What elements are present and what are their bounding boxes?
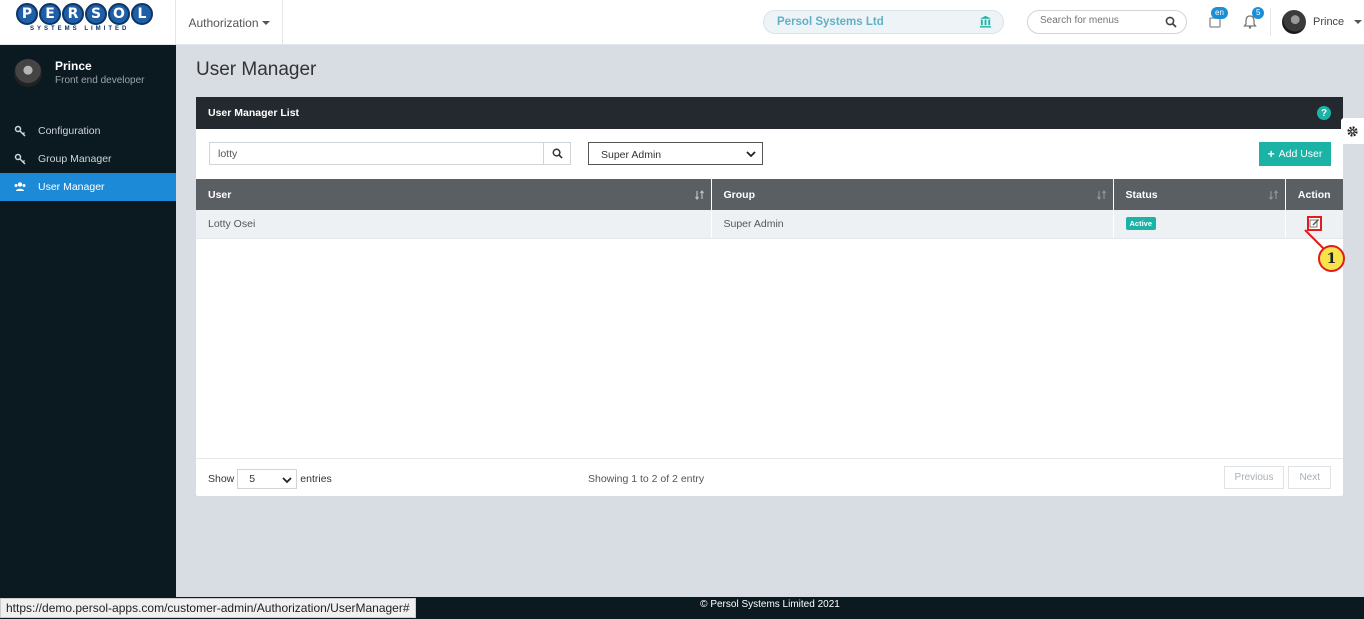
logo-letter: E bbox=[39, 3, 61, 25]
column-header-user[interactable]: User bbox=[196, 179, 712, 210]
menu-search[interactable] bbox=[1027, 10, 1187, 34]
group-filter-select[interactable]: Super Admin bbox=[588, 142, 763, 165]
user-menu-name: Prince bbox=[1313, 16, 1345, 28]
key-icon bbox=[14, 125, 26, 137]
company-selector[interactable]: Persol Systems Ltd bbox=[763, 10, 1004, 34]
user-search[interactable] bbox=[209, 142, 571, 165]
profile-name: Prince bbox=[55, 59, 92, 73]
user-search-input[interactable] bbox=[218, 148, 538, 160]
sort-icon bbox=[1096, 190, 1106, 200]
search-icon bbox=[552, 148, 563, 159]
group-filter-value: Super Admin bbox=[601, 149, 662, 161]
user-table: User Group Status Action Lotty Osei Supe… bbox=[196, 179, 1343, 239]
user-list-panel: User Manager List ? Super Admin + Add Us… bbox=[196, 97, 1343, 496]
table-info: Showing 1 to 2 of 2 entry bbox=[588, 473, 705, 485]
column-label: Action bbox=[1297, 188, 1331, 201]
logo-letter: P bbox=[16, 3, 38, 25]
logo-letter: L bbox=[131, 3, 153, 25]
sidebar-item-user-manager[interactable]: User Manager bbox=[0, 173, 176, 201]
search-icon[interactable] bbox=[1165, 16, 1177, 28]
profile-avatar bbox=[14, 59, 42, 87]
status-bar-url: https://demo.persol-apps.com/customer-ad… bbox=[0, 598, 416, 618]
show-label: Show bbox=[208, 473, 235, 485]
persol-logo[interactable]: P E R S O L SYSTEMS LIMITED bbox=[16, 3, 158, 33]
logo-letter: R bbox=[62, 3, 84, 25]
cell-status: Active bbox=[1113, 210, 1286, 239]
logo-letter: S bbox=[85, 3, 107, 25]
logo-subtitle: SYSTEMS LIMITED bbox=[30, 26, 130, 32]
column-header-status[interactable]: Status bbox=[1113, 179, 1286, 210]
column-header-group[interactable]: Group bbox=[711, 179, 1114, 210]
header-divider bbox=[1270, 8, 1271, 36]
company-name: Persol Systems Ltd bbox=[777, 16, 884, 28]
previous-button[interactable]: Previous bbox=[1223, 466, 1285, 489]
language-badge: en bbox=[1211, 7, 1228, 19]
filters-bar: Super Admin + Add User bbox=[196, 129, 1343, 179]
column-label: Group bbox=[723, 188, 756, 201]
column-label: User bbox=[208, 188, 232, 201]
sidebar-item-group-manager[interactable]: Group Manager bbox=[0, 145, 176, 173]
logo-letter: O bbox=[108, 3, 130, 25]
add-user-button[interactable]: + Add User bbox=[1259, 142, 1331, 166]
sort-icon bbox=[694, 190, 704, 200]
search-button[interactable] bbox=[543, 143, 570, 164]
app-menu-dropdown[interactable]: Authorization bbox=[175, 0, 283, 45]
profile-role: Front end developer bbox=[55, 75, 145, 86]
gear-icon bbox=[1347, 125, 1358, 137]
panel-title: User Manager List bbox=[208, 107, 300, 119]
entries-label: entries bbox=[300, 473, 332, 485]
sort-icon bbox=[1268, 190, 1278, 200]
table-header-row: User Group Status Action bbox=[196, 179, 1343, 210]
table-row: Lotty Osei Super Admin Active bbox=[196, 210, 1343, 239]
callout-marker: 1 bbox=[1318, 245, 1345, 272]
key-icon bbox=[14, 153, 26, 165]
notification-badge: 5 bbox=[1252, 7, 1265, 19]
user-menu[interactable]: Prince bbox=[1282, 10, 1363, 34]
panel-header: User Manager List ? bbox=[196, 97, 1343, 129]
sidebar-item-label: Group Manager bbox=[38, 153, 112, 165]
settings-tab[interactable] bbox=[1341, 118, 1364, 144]
column-label: Status bbox=[1125, 188, 1158, 201]
pagination: Previous Next bbox=[1223, 466, 1331, 489]
app-menu-label: Authorization bbox=[188, 15, 259, 30]
table-footer: Show 5 entries Showing 1 to 2 of 2 entry… bbox=[196, 458, 1343, 496]
help-icon[interactable]: ? bbox=[1317, 106, 1331, 120]
cell-user: Lotty Osei bbox=[196, 210, 712, 239]
chevron-down-icon bbox=[282, 477, 292, 484]
caret-down-icon bbox=[1354, 20, 1363, 24]
sidebar-item-configuration[interactable]: Configuration bbox=[0, 117, 176, 145]
top-header: P E R S O L SYSTEMS LIMITED Authorizatio… bbox=[0, 0, 1364, 45]
avatar bbox=[1282, 10, 1306, 34]
caret-down-icon bbox=[261, 20, 270, 25]
column-header-action: Action bbox=[1285, 179, 1343, 210]
sidebar-item-label: Configuration bbox=[38, 125, 101, 137]
sidebar: Prince Front end developer Configuration… bbox=[0, 45, 176, 619]
status-badge: Active bbox=[1125, 217, 1157, 231]
add-user-label: Add User bbox=[1278, 148, 1323, 160]
cell-group: Super Admin bbox=[711, 210, 1114, 239]
sidebar-profile: Prince Front end developer bbox=[14, 59, 145, 87]
users-icon bbox=[14, 182, 26, 191]
sidebar-item-label: User Manager bbox=[38, 181, 105, 193]
page-title: User Manager bbox=[196, 59, 317, 80]
bank-icon bbox=[979, 15, 992, 28]
plus-icon: + bbox=[1267, 147, 1275, 161]
page-length-control: Show 5 entries bbox=[208, 469, 332, 489]
menu-search-input[interactable] bbox=[1040, 15, 1160, 26]
page-length-value: 5 bbox=[249, 473, 256, 485]
sidebar-nav: Configuration Group Manager User Manager bbox=[0, 117, 176, 201]
next-button[interactable]: Next bbox=[1288, 466, 1331, 489]
logo-letters: P E R S O L bbox=[16, 3, 158, 25]
page-length-select[interactable]: 5 bbox=[237, 469, 298, 489]
chevron-down-icon bbox=[746, 151, 756, 158]
